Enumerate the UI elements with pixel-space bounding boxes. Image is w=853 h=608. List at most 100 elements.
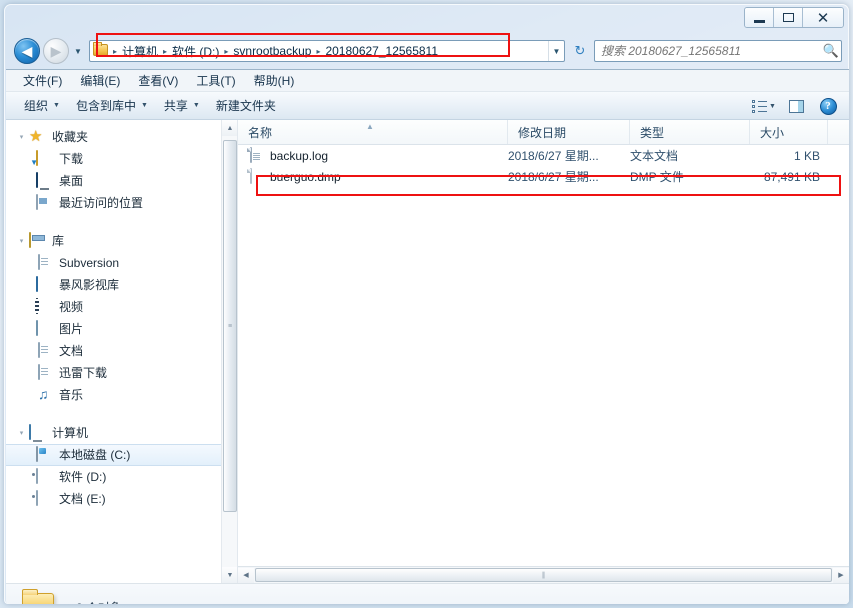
menu-file[interactable]: 文件(F) [14,70,71,91]
status-item-count: 2 个对象 [76,599,122,605]
sidebar-item-baofeng[interactable]: 暴风影视库 [6,274,237,296]
scrollbar-grip-icon: ≡ [227,322,233,330]
sidebar-label: 软件 (D:) [59,470,107,484]
preview-pane-button[interactable] [781,94,811,118]
client-area: 文件(F) 编辑(E) 查看(V) 工具(T) 帮助(H) 组织 ▼ 包含到库中… [6,69,849,604]
download-folder-icon [36,150,53,167]
column-label: 大小 [760,125,785,140]
sidebar-item-subversion[interactable]: Subversion [6,252,237,274]
breadcrumb-item-drive-d[interactable]: 软件 (D:) [168,41,223,61]
sidebar-scrollbar[interactable]: ▲ ≡ ▼ [221,120,237,583]
breadcrumb-item-computer[interactable]: 计算机 [118,41,162,61]
change-view-button[interactable]: ▼ [749,94,779,118]
back-arrow-icon: ◀ [21,43,33,59]
minimize-button[interactable] [745,8,774,27]
scrollbar-grip-icon: ∥ [541,572,546,579]
table-row[interactable]: buerguo.dmp 2018/6/27 星期... DMP 文件 87,49… [238,166,849,187]
sidebar-item-drive-e[interactable]: 文档 (E:) [6,488,237,510]
organize-label: 组织 [24,99,49,113]
star-icon: ★ [29,128,43,145]
expander-icon[interactable]: ▾ [16,428,27,439]
sidebar-item-computer[interactable]: ▾ 计算机 [6,422,237,444]
scrollbar-thumb[interactable]: ∥ [255,568,832,582]
scroll-down-button[interactable]: ▼ [222,567,237,583]
address-bar[interactable]: ▸ 计算机 ▸ 软件 (D:) ▸ svnrootbackup ▸ 201806… [89,40,565,62]
menu-help[interactable]: 帮助(H) [245,70,304,91]
sidebar-label: 收藏夹 [52,130,89,144]
text-file-icon [250,147,263,163]
column-header-date-modified[interactable]: 修改日期 [508,120,630,144]
organize-button[interactable]: 组织 ▼ [16,94,68,117]
sidebar-item-local-disk-c[interactable]: 本地磁盘 (C:) [6,444,237,466]
sidebar-item-drive-d[interactable]: 软件 (D:) [6,466,237,488]
sidebar-item-libraries[interactable]: ▾ 库 [6,230,237,252]
blank-file-icon [250,168,263,184]
chevron-down-icon: ▼ [192,102,200,109]
include-in-library-button[interactable]: 包含到库中 ▼ [68,94,156,117]
menu-edit[interactable]: 编辑(E) [71,70,129,91]
expander-icon[interactable]: ▾ [16,132,27,143]
refresh-icon: ↻ [574,43,586,58]
share-button[interactable]: 共享 ▼ [156,94,208,117]
sidebar-label: 计算机 [52,426,89,440]
breadcrumb-item-svnrootbackup[interactable]: svnrootbackup [229,42,315,60]
document-icon [36,342,53,359]
nav-group-libraries: ▾ 库 Subversion 暴风影视库 视频 图片 文档 迅雷下载 ♫ 音乐 [6,230,237,406]
menu-bar: 文件(F) 编辑(E) 查看(V) 工具(T) 帮助(H) [6,70,849,92]
new-folder-button[interactable]: 新建文件夹 [208,94,284,117]
column-header-size[interactable]: 大小 [750,120,828,144]
column-header-name[interactable]: 名称 ▲ [238,120,508,144]
menu-tools[interactable]: 工具(T) [187,70,244,91]
expander-icon[interactable]: ▾ [16,236,27,247]
scroll-up-button[interactable]: ▲ [222,120,237,136]
sidebar-item-pictures[interactable]: 图片 [6,318,237,340]
back-button[interactable]: ◀ [14,38,40,64]
sidebar-label: 桌面 [59,174,84,188]
search-input[interactable] [595,42,821,60]
maximize-button[interactable] [774,8,803,27]
hdd-icon [36,490,53,507]
table-row[interactable]: backup.log 2018/6/27 星期... 文本文档 1 KB [238,145,849,166]
sidebar-label: 视频 [59,300,84,314]
file-rows: backup.log 2018/6/27 星期... 文本文档 1 KB bue… [238,145,849,187]
new-folder-label: 新建文件夹 [215,99,276,113]
forward-button[interactable]: ▶ [43,38,69,64]
window-controls: ✕ [744,7,844,28]
file-size-cell: 87,491 KB [763,169,820,184]
menu-view[interactable]: 查看(V) [129,70,187,91]
content-split: ▾ ★ 收藏夹 下载 桌面 最近访问的位置 [6,120,849,583]
sidebar-label: Subversion [59,256,120,270]
sidebar-label: 文档 [59,344,84,358]
help-icon: ? [819,97,837,115]
column-header-type[interactable]: 类型 [630,120,750,144]
sidebar-item-favorites[interactable]: ▾ ★ 收藏夹 [6,126,237,148]
video-icon [36,298,53,315]
scroll-left-button[interactable]: ◀ [238,567,254,583]
sidebar-item-downloads[interactable]: 下载 [6,148,237,170]
address-history-dropdown[interactable]: ▼ [548,41,564,61]
sidebar-item-desktop[interactable]: 桌面 [6,170,237,192]
sidebar-label: 文档 (E:) [59,492,106,506]
close-button[interactable]: ✕ [803,8,843,27]
breadcrumb-item-current-folder[interactable]: 20180627_12565811 [321,42,442,60]
column-header-filler [828,120,849,144]
search-box[interactable]: 🔍 [594,40,842,62]
file-name: backup.log [270,148,329,163]
sidebar-item-thunder-downloads[interactable]: 迅雷下载 [6,362,237,384]
recent-pages-dropdown[interactable]: ▼ [71,38,85,64]
sidebar-item-videos[interactable]: 视频 [6,296,237,318]
chevron-down-icon: ▼ [552,46,561,56]
file-list-horizontal-scrollbar[interactable]: ◀ ∥ ▶ [238,566,849,583]
scrollbar-thumb[interactable]: ≡ [223,140,237,512]
scroll-right-button[interactable]: ▶ [833,567,849,583]
minimize-icon [753,19,765,23]
sidebar-item-documents[interactable]: 文档 [6,340,237,362]
sidebar-item-recent-places[interactable]: 最近访问的位置 [6,192,237,214]
file-date-cell: 2018/6/27 星期... [508,170,599,184]
sidebar-item-music[interactable]: ♫ 音乐 [6,384,237,406]
document-icon [36,254,53,271]
search-icon[interactable]: 🔍 [821,43,841,59]
maximize-icon [782,13,794,22]
refresh-button[interactable]: ↻ [569,40,591,62]
help-button[interactable]: ? [813,94,843,118]
